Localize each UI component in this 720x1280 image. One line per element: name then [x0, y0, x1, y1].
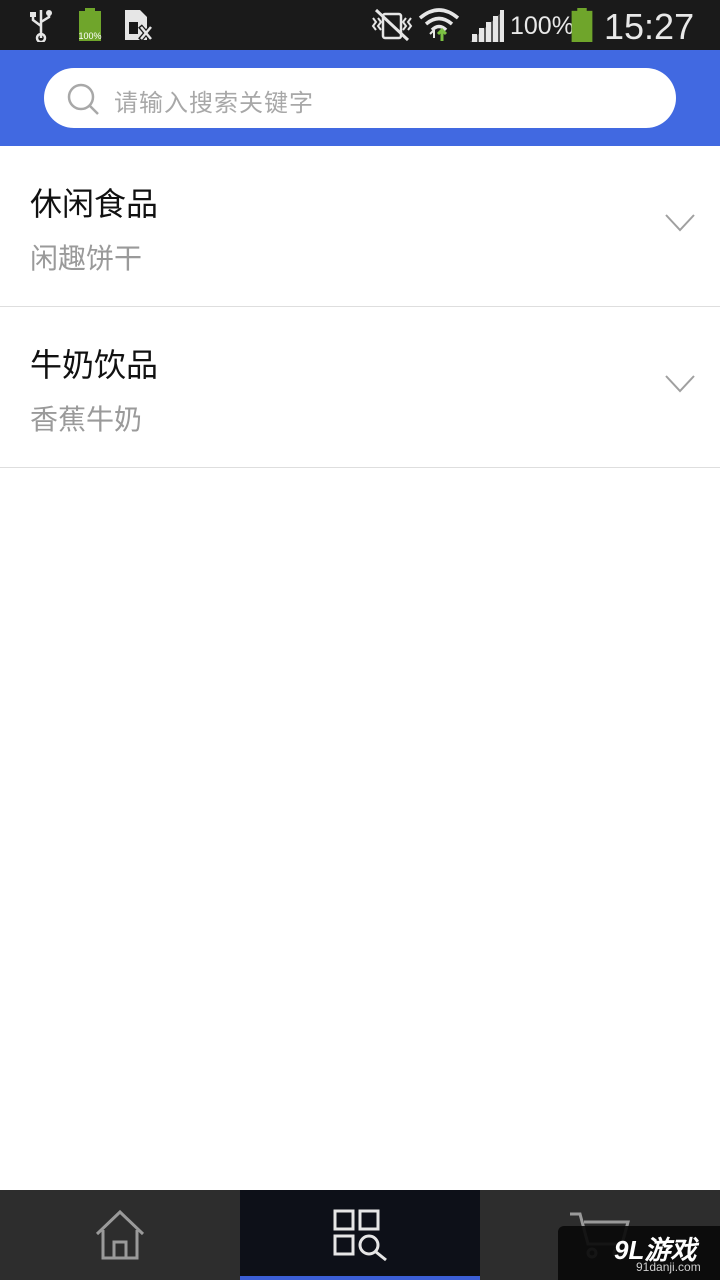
category-search-icon [333, 1209, 387, 1262]
category-item-milk-drinks[interactable]: 牛奶饮品 香蕉牛奶 [0, 307, 720, 468]
category-list: 休闲食品 闲趣饼干 牛奶饮品 香蕉牛奶 [0, 146, 720, 468]
watermark-url: 91danji.com [636, 1260, 701, 1274]
category-subtitle[interactable]: 香蕉牛奶 [30, 398, 142, 438]
search-input[interactable]: 请输入搜索关键字 [114, 83, 314, 118]
sim-card-icon [125, 10, 154, 42]
battery-small-label: 100% [78, 31, 101, 41]
category-title: 牛奶饮品 [30, 346, 159, 384]
screen: 100% 100% 15:27 请输入搜索关键字 休闲食品 闲趣饼干 牛奶饮品 … [0, 0, 720, 1280]
active-tab-indicator [240, 1276, 480, 1280]
header: 请输入搜索关键字 [0, 50, 720, 146]
nav-tab-home[interactable] [0, 1190, 240, 1280]
category-item-snacks[interactable]: 休闲食品 闲趣饼干 [0, 146, 720, 307]
battery-icon [571, 8, 593, 42]
cell-signal-icon [470, 10, 504, 42]
category-subtitle[interactable]: 闲趣饼干 [30, 237, 142, 277]
watermark: 9L游戏 91danji.com [558, 1226, 720, 1280]
search-icon [67, 83, 99, 115]
home-icon [95, 1209, 145, 1260]
chevron-down-icon[interactable] [664, 212, 696, 234]
search-box[interactable]: 请输入搜索关键字 [44, 68, 676, 128]
category-title: 休闲食品 [30, 185, 159, 223]
wifi-icon [418, 8, 460, 41]
status-bar: 100% 100% 15:27 [0, 0, 720, 50]
nav-tab-category[interactable] [240, 1190, 480, 1280]
vibrate-mute-icon [371, 8, 413, 42]
usb-icon [30, 10, 52, 42]
chevron-down-icon[interactable] [664, 373, 696, 395]
battery-percent: 100% [510, 12, 574, 40]
clock-time: 15:27 [604, 6, 695, 47]
battery-full-small-icon: 100% [78, 8, 102, 41]
